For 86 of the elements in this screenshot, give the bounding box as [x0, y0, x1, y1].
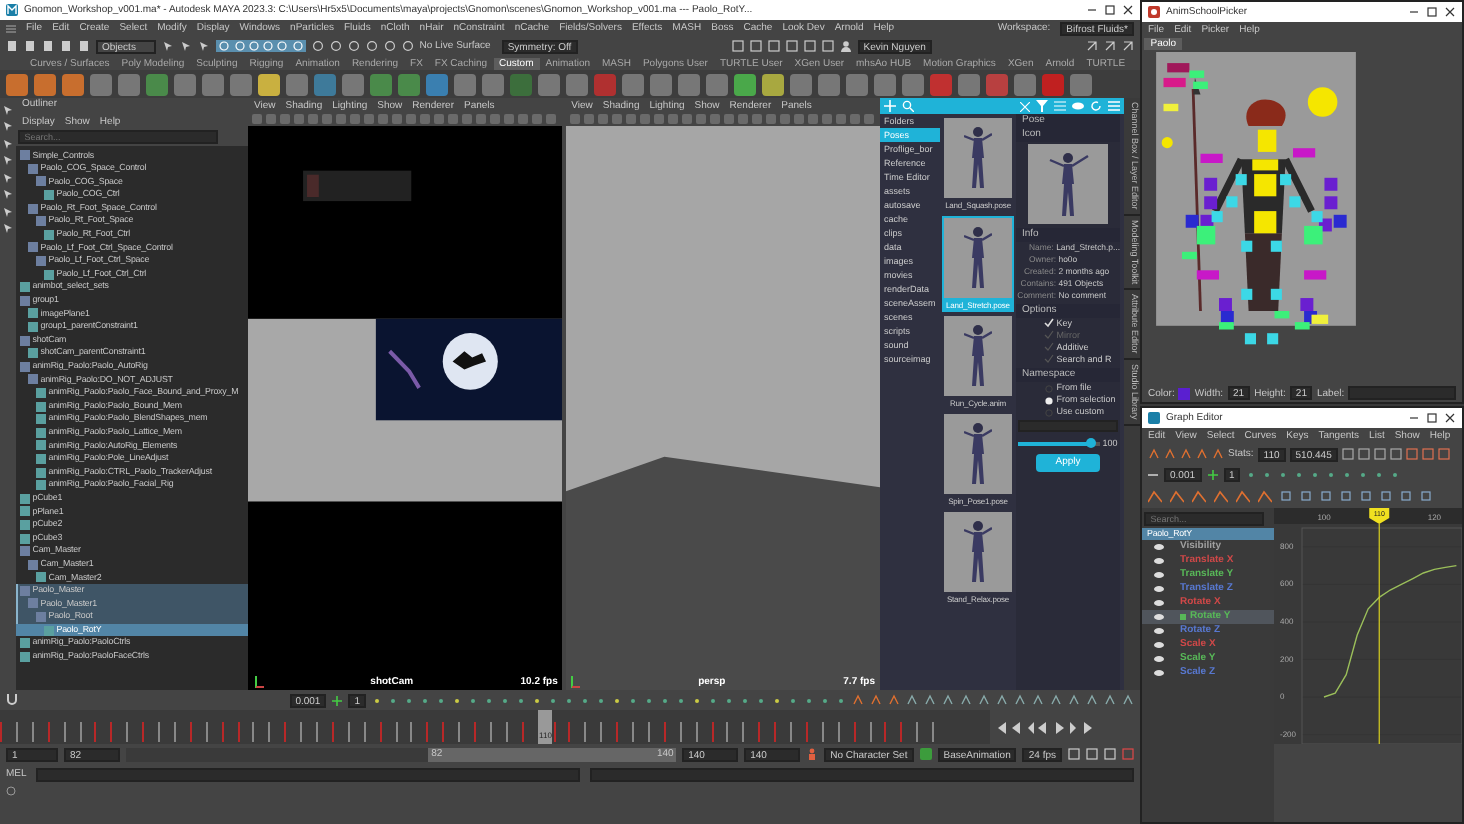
shelf-tool-icon[interactable] — [370, 73, 392, 95]
sliders-icon[interactable] — [1054, 100, 1066, 112]
shelf-tool-icon[interactable] — [342, 73, 364, 95]
panel-tool-icon[interactable] — [1104, 40, 1117, 52]
shelf-tool-icon[interactable] — [958, 73, 980, 95]
shelf-tool-icon[interactable] — [1070, 73, 1092, 95]
animation-curve[interactable] — [1323, 565, 1458, 699]
shelf-tool-icon[interactable] — [734, 73, 756, 95]
shelf-tool-icon[interactable] — [706, 73, 728, 95]
search-icon[interactable] — [902, 100, 914, 112]
shelf-tool-icon[interactable] — [426, 73, 448, 95]
pose-thumbnail[interactable] — [942, 313, 1014, 398]
radio-button[interactable] — [1044, 395, 1054, 405]
minimize-icon[interactable] — [1408, 6, 1420, 18]
add-icon[interactable] — [1207, 469, 1218, 480]
figure-icon — [964, 518, 992, 587]
close-icon[interactable] — [1444, 412, 1456, 425]
magnet-icon[interactable] — [6, 694, 18, 706]
shelf-tool-icon[interactable] — [314, 73, 336, 95]
pose-thumbnail[interactable] — [942, 412, 1014, 496]
shelf-tool-icon[interactable] — [818, 73, 840, 95]
shelf-tool-icon[interactable] — [678, 73, 700, 95]
shelf-tool-icon[interactable] — [846, 73, 868, 95]
shelf-tool-icon[interactable] — [90, 73, 112, 95]
menu-icon[interactable] — [6, 23, 16, 33]
shelf-tool-icon[interactable] — [62, 73, 84, 95]
shelf-tool-icon[interactable] — [174, 73, 196, 95]
shelf-tool-icon[interactable] — [34, 73, 56, 95]
figure-icon — [964, 124, 992, 193]
shelf-tool-icon[interactable] — [6, 73, 28, 95]
app-icon — [1148, 412, 1160, 425]
shelf-tool-icon[interactable] — [538, 73, 560, 95]
axis-gizmo-icon — [570, 676, 581, 688]
shelf-tool-icon[interactable] — [202, 73, 224, 95]
shelf-tool-icon[interactable] — [258, 73, 280, 95]
pose-thumbnail[interactable] — [942, 116, 1014, 201]
shelf-tool-icon[interactable] — [622, 73, 644, 95]
panel-tool-icon[interactable] — [1086, 40, 1099, 52]
minus-icon[interactable] — [1148, 469, 1158, 480]
shelf-tool-icon[interactable] — [118, 73, 140, 95]
slider-handle[interactable] — [1086, 437, 1097, 448]
character-icon[interactable] — [806, 748, 819, 761]
add-icon[interactable] — [332, 695, 343, 705]
maximize-icon[interactable] — [1426, 412, 1438, 425]
pose-thumbnail[interactable] — [942, 510, 1014, 595]
shelf-tool-icon[interactable] — [146, 73, 168, 95]
view-icon[interactable] — [1072, 100, 1084, 112]
label-field[interactable] — [1348, 386, 1456, 400]
checkbox[interactable] — [1044, 354, 1054, 365]
axis-gizmo-icon — [253, 676, 263, 688]
figure-icon — [964, 223, 992, 291]
figure-icon — [964, 321, 992, 390]
maximize-icon[interactable] — [1104, 4, 1116, 16]
minimize-icon[interactable] — [1086, 4, 1098, 16]
command-input[interactable] — [36, 767, 581, 781]
pose-thumbnail[interactable] — [942, 215, 1014, 299]
shelf-tool-icon[interactable] — [286, 73, 308, 95]
close-icon[interactable] — [1444, 6, 1456, 18]
shelf-tool-icon[interactable] — [790, 73, 812, 95]
play-backward-icon[interactable] — [1038, 721, 1051, 733]
shelf-tool-icon[interactable] — [230, 73, 252, 95]
help-icon[interactable] — [6, 786, 16, 796]
radio-button[interactable] — [1044, 383, 1054, 393]
maximize-icon[interactable] — [1426, 6, 1438, 18]
minimize-icon[interactable] — [1408, 412, 1420, 425]
shelf-tool-icon[interactable] — [398, 73, 420, 95]
shelf-tool-icon[interactable] — [1014, 73, 1036, 95]
shelf-tool-icon[interactable] — [454, 73, 476, 95]
shelf-tool-icon[interactable] — [762, 73, 784, 95]
close-icon[interactable] — [1122, 4, 1134, 16]
figure-icon — [964, 420, 992, 488]
shelf-tool-icon[interactable] — [566, 73, 588, 95]
shelf-tool-icon[interactable] — [874, 73, 896, 95]
current-time-marker[interactable] — [1369, 508, 1390, 745]
user-icon — [839, 40, 852, 52]
shelf-tool-icon[interactable] — [650, 73, 672, 95]
refresh-icon[interactable] — [1090, 100, 1102, 112]
panel-tool-icon[interactable] — [1122, 40, 1135, 52]
checkbox[interactable] — [1044, 342, 1054, 353]
namespace-field[interactable] — [1018, 420, 1118, 433]
layer-icon[interactable] — [919, 748, 932, 761]
shelf-tool-icon[interactable] — [902, 73, 924, 95]
color-swatch[interactable] — [1178, 387, 1191, 399]
pose-preview — [1028, 144, 1108, 225]
radio-button[interactable] — [1044, 407, 1054, 417]
shelf-tool-icon[interactable] — [482, 73, 504, 95]
